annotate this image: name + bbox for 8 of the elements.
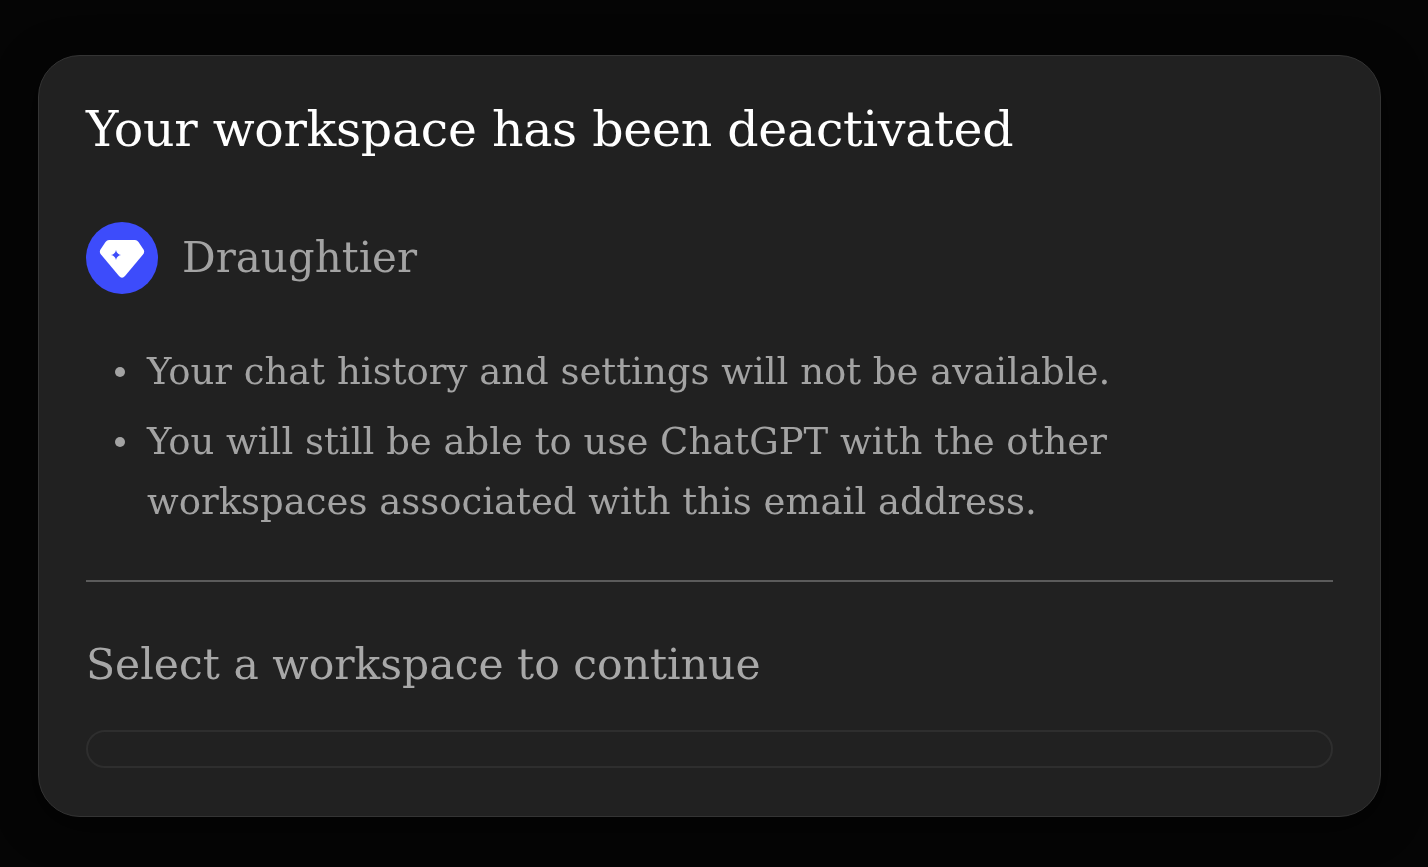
note-text: Your chat history and settings will not be available. — [147, 349, 1111, 395]
dialog-title: Your workspace has been deactivated — [86, 100, 1015, 160]
workspace-name: Draughtier — [182, 232, 418, 284]
gem-badge-icon — [86, 222, 158, 294]
bullet-icon — [115, 437, 125, 447]
bullet-icon — [115, 367, 125, 377]
note-text: You will still be able to use ChatGPT with the other workspaces associated with this email address. — [147, 419, 1108, 525]
select-prompt: Select a workspace to continue — [86, 639, 762, 691]
